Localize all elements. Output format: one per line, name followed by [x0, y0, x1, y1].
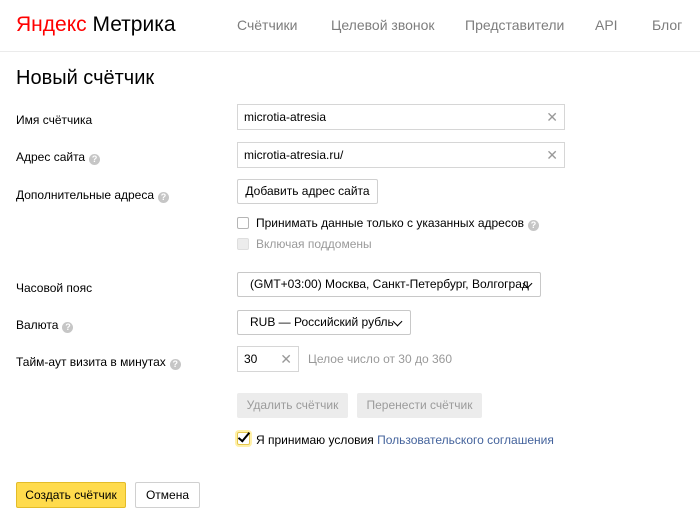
- only-specified-checkbox[interactable]: [237, 217, 249, 229]
- counter-name-input[interactable]: microtia-atresia ✕: [237, 104, 565, 130]
- checkmark-icon: [237, 429, 251, 443]
- currency-select[interactable]: RUB — Российский рубль: [237, 310, 411, 335]
- cancel-button[interactable]: Отмена: [135, 482, 200, 508]
- nav-counters[interactable]: Счётчики: [237, 17, 298, 33]
- nav-representatives[interactable]: Представители: [465, 17, 564, 33]
- visit-timeout-value: 30: [244, 352, 258, 366]
- help-icon[interactable]: ?: [89, 154, 101, 165]
- logo-yandex: Яндекс: [16, 13, 87, 36]
- timezone-label: Часовой пояс: [16, 281, 93, 295]
- yandex-metrica-logo[interactable]: Яндекс Метрика: [16, 12, 176, 38]
- nav-api[interactable]: API: [595, 17, 618, 33]
- agreement-checkbox[interactable]: [237, 429, 251, 445]
- delete-counter-button[interactable]: Удалить счётчик: [237, 393, 348, 418]
- clear-icon[interactable]: ✕: [280, 351, 292, 367]
- visit-timeout-hint: Целое число от 30 до 360: [308, 352, 453, 366]
- only-specified-label[interactable]: Принимать данные только с указанных адре…: [256, 216, 540, 231]
- create-counter-button[interactable]: Создать счётчик: [16, 482, 126, 508]
- nav-blog[interactable]: Блог: [652, 17, 682, 33]
- logo-metrica: Метрика: [92, 13, 176, 36]
- include-subdomains-checkbox[interactable]: [237, 238, 249, 250]
- help-icon[interactable]: ?: [62, 322, 74, 333]
- currency-label: Валюта?: [16, 318, 74, 333]
- timezone-select[interactable]: (GMT+03:00) Москва, Санкт-Петербург, Вол…: [237, 272, 541, 297]
- site-address-value: microtia-atresia.ru/: [244, 148, 344, 162]
- top-header: Яндекс Метрика Счётчики Целевой звонок П…: [0, 0, 700, 52]
- counter-name-value: microtia-atresia: [244, 110, 327, 124]
- currency-value: RUB — Российский рубль: [250, 315, 394, 329]
- help-icon[interactable]: ?: [528, 220, 540, 231]
- clear-icon[interactable]: ✕: [546, 147, 558, 163]
- page-title: Новый счётчик: [16, 67, 155, 89]
- counter-name-label: Имя счётчика: [16, 113, 93, 127]
- include-subdomains-label: Включая поддомены: [256, 237, 372, 251]
- help-icon[interactable]: ?: [158, 192, 170, 203]
- visit-timeout-label: Тайм-аут визита в минутах?: [16, 355, 181, 370]
- additional-addresses-label: Дополнительные адреса?: [16, 188, 170, 203]
- chevron-down-icon: [392, 316, 403, 327]
- clear-icon[interactable]: ✕: [546, 109, 558, 125]
- help-icon[interactable]: ?: [169, 359, 181, 370]
- add-site-address-button[interactable]: Добавить адрес сайта: [237, 179, 378, 204]
- site-address-label: Адрес сайта?: [16, 150, 101, 165]
- transfer-counter-button[interactable]: Перенести счётчик: [357, 393, 482, 418]
- site-address-input[interactable]: microtia-atresia.ru/ ✕: [237, 142, 565, 168]
- timezone-value: (GMT+03:00) Москва, Санкт-Петербург, Вол…: [250, 277, 529, 291]
- nav-target-call[interactable]: Целевой звонок: [331, 17, 435, 33]
- visit-timeout-input[interactable]: 30 ✕: [237, 346, 299, 372]
- user-agreement-link[interactable]: Пользовательского соглашения: [377, 433, 554, 447]
- agreement-label: Я принимаю условия Пользовательского сог…: [256, 433, 554, 447]
